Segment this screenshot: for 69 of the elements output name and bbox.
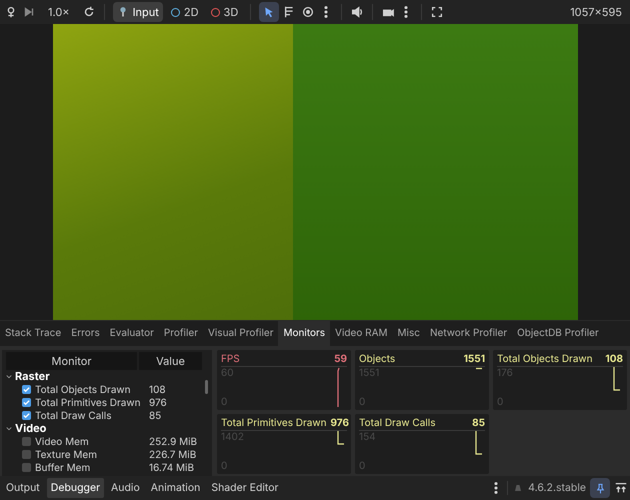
monitor-name: Buffer Mem	[35, 462, 90, 474]
monitor-value: 16.74 MiB	[149, 462, 194, 474]
scrollbar-thumb[interactable]	[205, 380, 208, 394]
checkbox[interactable]	[22, 398, 31, 407]
chevron-icon[interactable]	[6, 426, 12, 432]
step-icon[interactable]	[22, 5, 36, 19]
checkbox[interactable]	[22, 463, 31, 472]
pin-icon	[594, 482, 606, 494]
graph-value: 59	[334, 352, 347, 366]
bottom-panel-tab[interactable]: Audio	[107, 478, 144, 498]
pin-button[interactable]	[590, 478, 610, 498]
bottom-panel-tab[interactable]: Debugger	[46, 478, 104, 498]
monitor-name: Video Mem	[35, 436, 89, 448]
monitor-value: 85	[149, 410, 162, 422]
graph-title: Total Draw Calls	[359, 416, 436, 430]
pointer-icon	[263, 6, 276, 18]
select-tool-button[interactable]	[259, 2, 280, 22]
graph-value: 976	[330, 416, 349, 430]
graph-title: Objects	[359, 352, 396, 366]
bottom-panel-tab[interactable]: Animation	[146, 478, 204, 498]
mode-button[interactable]: 3D	[206, 4, 242, 20]
tool-tab[interactable]: ObjectDB Profiler	[512, 321, 604, 346]
graph-line-icon	[475, 367, 483, 370]
monitor-name: Total Primitives Drawn	[35, 396, 140, 408]
graph-value: 85	[472, 416, 485, 430]
chevron-icon[interactable]	[6, 374, 12, 380]
monitor-value: 252.9 MiB	[149, 436, 198, 448]
graph-line-icon	[475, 431, 483, 455]
eye-icon[interactable]	[301, 5, 316, 19]
tool-tab[interactable]: Profiler	[158, 321, 203, 346]
tool-tab[interactable]: Evaluator	[104, 321, 159, 346]
tool-tab[interactable]: Monitors	[278, 321, 330, 346]
monitor-name: Total Draw Calls	[35, 410, 112, 422]
graph-line-icon	[613, 367, 621, 391]
column-header[interactable]: Monitor	[6, 352, 137, 370]
group-label: Raster	[15, 368, 50, 385]
graph-title: Total Objects Drawn	[497, 352, 593, 366]
monitor-value: 976	[149, 396, 167, 408]
expand-panel-icon[interactable]	[614, 481, 628, 495]
zoom-button[interactable]: 1.0×	[40, 4, 78, 20]
tool-tab[interactable]: Network Profiler	[424, 321, 512, 346]
bottom-panel-tab[interactable]: Output	[2, 478, 44, 498]
graph-title: FPS	[221, 352, 240, 366]
resolution-label: 1057x595	[570, 4, 623, 20]
checkbox[interactable]	[22, 437, 31, 446]
monitor-name: Total Objects Drawn	[35, 384, 131, 396]
speaker-icon[interactable]	[350, 5, 364, 19]
graph-line-icon	[337, 431, 345, 445]
checkbox[interactable]	[22, 385, 31, 394]
bottom-panel-tab[interactable]: Shader Editor	[207, 478, 283, 498]
mode-button[interactable]: 2D	[166, 4, 203, 20]
input-button[interactable]: Input	[112, 2, 163, 22]
monitor-value: 108	[149, 384, 166, 396]
tool-tab[interactable]: Video RAM	[330, 321, 392, 346]
fullscreen-icon[interactable]	[430, 5, 444, 19]
column-header[interactable]: Value	[139, 352, 202, 370]
checkbox[interactable]	[22, 411, 31, 420]
monitor-value: 226.7 MiB	[149, 448, 196, 460]
graph-title: Total Primitives Drawn	[221, 416, 326, 430]
version-label: 4.6.2.stable	[528, 480, 586, 496]
tool-tab[interactable]: Errors	[66, 321, 105, 346]
graph-value: 108	[605, 352, 623, 366]
tool-tab[interactable]: Misc	[392, 321, 425, 346]
checkbox[interactable]	[22, 450, 31, 459]
tool-tab[interactable]: Stack Trace	[0, 321, 66, 346]
monitor-name: Texture Mem	[35, 448, 97, 460]
tool-tab[interactable]: Visual Profiler	[202, 321, 278, 346]
group-label: Video	[15, 420, 46, 437]
graph-value: 1551	[464, 352, 485, 366]
